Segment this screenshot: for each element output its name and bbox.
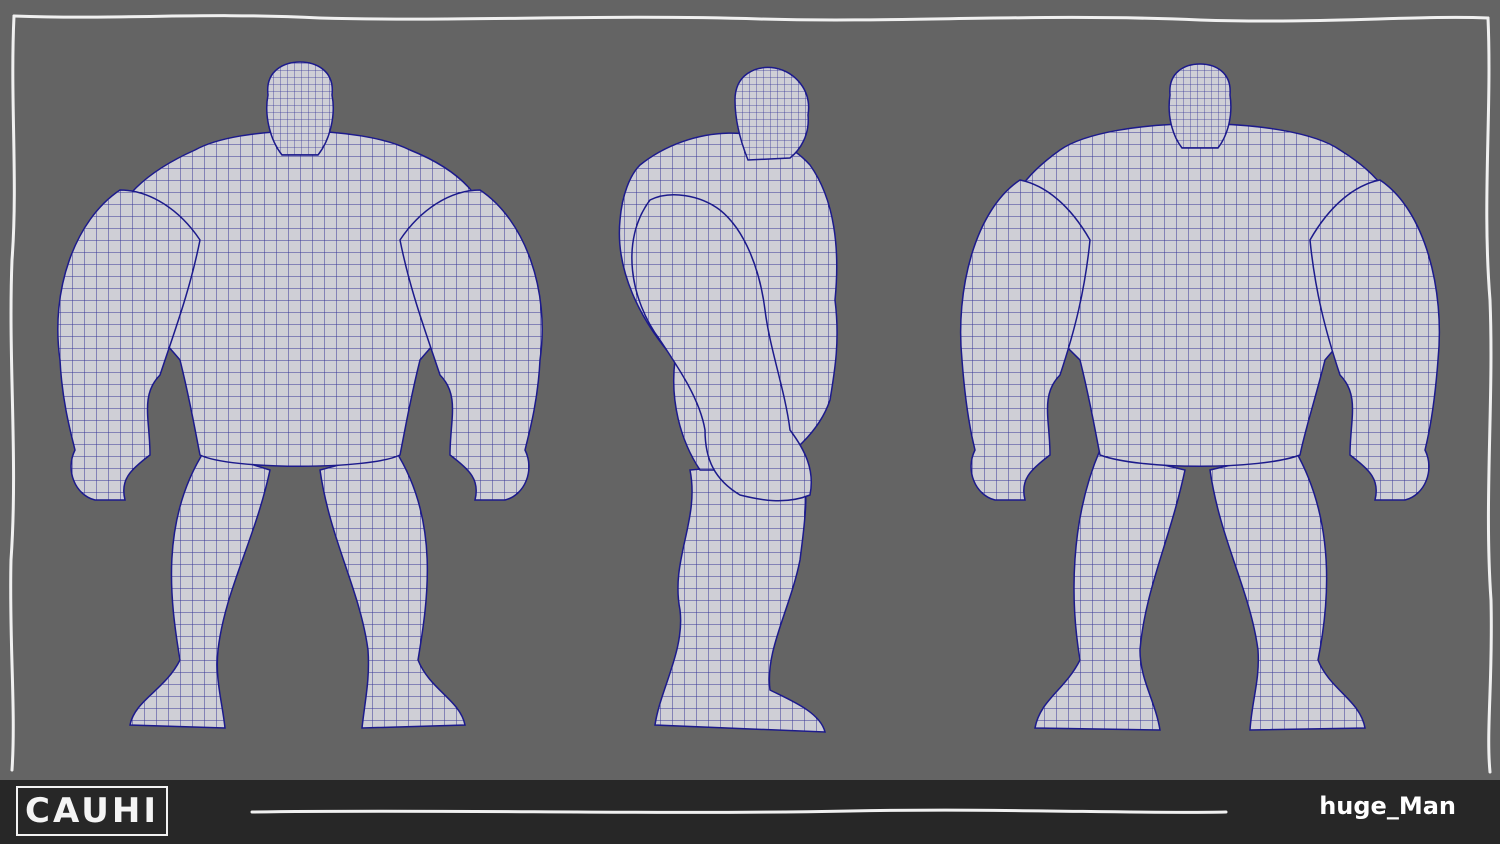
brand-logo-text: CAUHI (25, 791, 159, 831)
frame-top-line (12, 14, 1490, 23)
frame-left-line (9, 14, 16, 772)
sketch-frame-border (0, 0, 1500, 780)
frame-right-line (1485, 16, 1493, 774)
model-name: huge_Man (1319, 792, 1456, 820)
bottom-bar: CAUHI huge_Man (0, 780, 1500, 844)
bar-divider-line (250, 808, 1228, 814)
brand-logo: CAUHI (16, 786, 168, 836)
